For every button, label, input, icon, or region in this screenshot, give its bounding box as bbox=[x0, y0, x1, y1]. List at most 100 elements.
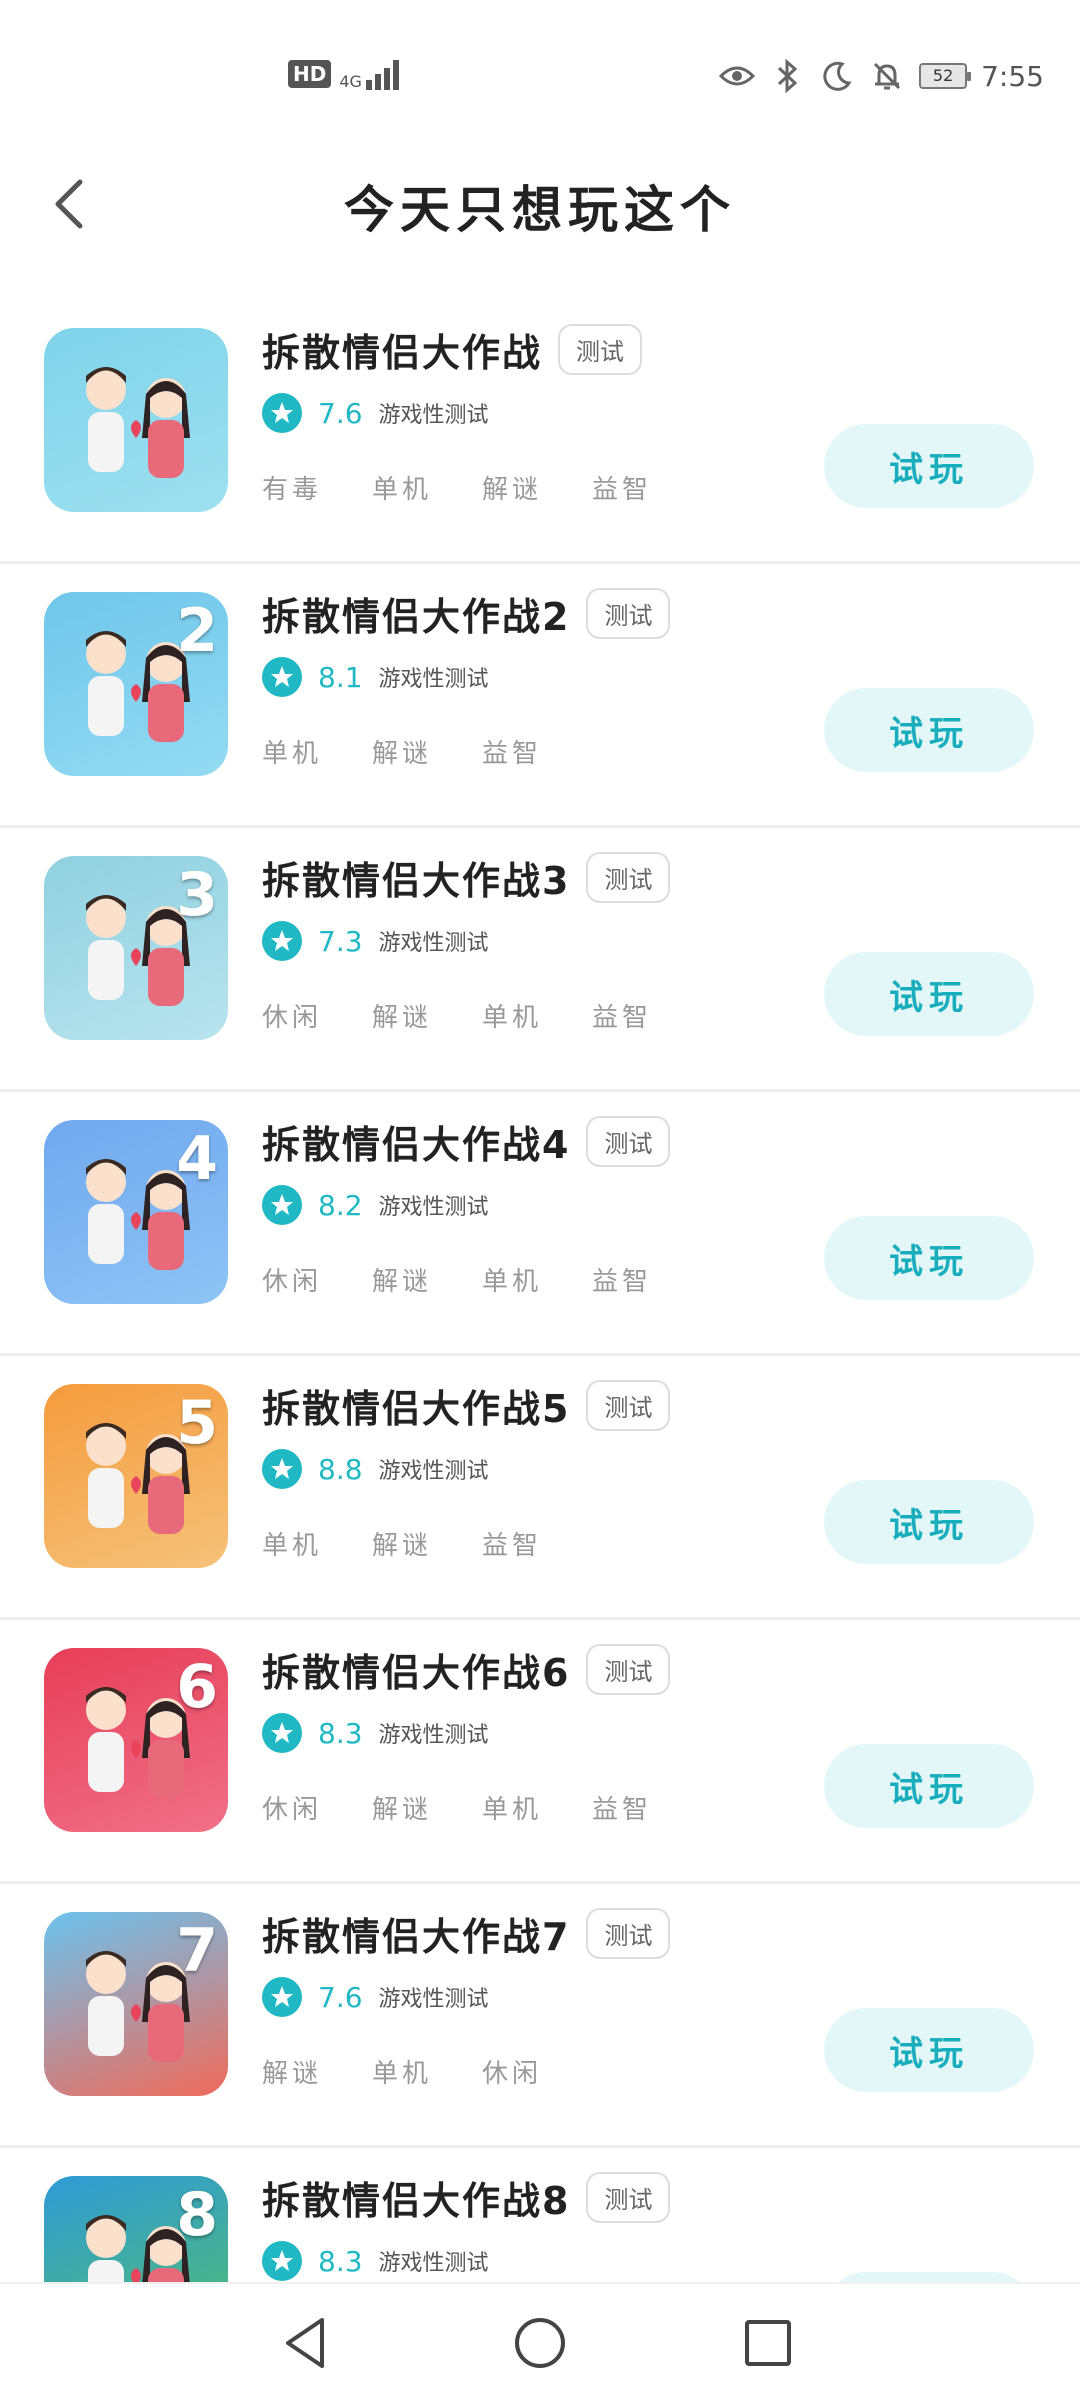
cover-number: 7 bbox=[176, 1916, 218, 1986]
genre-tag: 休闲 bbox=[482, 2059, 543, 2089]
back-triangle-icon[interactable] bbox=[270, 2308, 340, 2378]
genre-tag: 解谜 bbox=[482, 475, 543, 505]
battery-indicator: 52 bbox=[919, 63, 972, 89]
network-indicator: HD 4G bbox=[288, 58, 399, 90]
game-cover-image[interactable]: 8 bbox=[44, 2176, 228, 2282]
genre-tag: 益智 bbox=[592, 1795, 653, 1825]
test-badge: 测试 bbox=[586, 1380, 671, 1431]
genre-tag: 解谜 bbox=[372, 739, 433, 769]
game-cover-image[interactable]: 3 bbox=[44, 856, 228, 1040]
game-title: 拆散情侣大作战5 bbox=[262, 1387, 571, 1431]
genre-tags: 解谜 单机 休闲 bbox=[262, 2053, 720, 2090]
page-title: 今天只想玩这个 bbox=[344, 181, 736, 239]
game-cover-image[interactable]: 2 bbox=[44, 592, 228, 776]
list-item[interactable]: 4 拆散情侣大作战4 测试 8.2 游戏性测试 休闲 解谜 单机 益智 试玩 bbox=[0, 1092, 1080, 1356]
rating-score: 8.3 bbox=[318, 1716, 363, 1750]
game-info: 拆散情侣大作战3 测试 7.3 游戏性测试 休闲 解谜 单机 益智 bbox=[262, 850, 720, 1034]
test-badge: 测试 bbox=[586, 1116, 671, 1167]
game-subtitle: 游戏性测试 bbox=[378, 1987, 489, 2012]
genre-tag: 单机 bbox=[262, 739, 323, 769]
cover-number: 5 bbox=[176, 1388, 218, 1458]
genre-tag: 解谜 bbox=[372, 1003, 433, 1033]
game-info: 拆散情侣大作战 测试 7.6 游戏性测试 有毒 单机 解谜 益智 bbox=[262, 322, 720, 506]
genre-tag: 解谜 bbox=[372, 1267, 433, 1297]
cover-number: 2 bbox=[176, 596, 218, 666]
list-item[interactable]: 2 拆散情侣大作战2 测试 8.1 游戏性测试 单机 解谜 益智 试玩 bbox=[0, 564, 1080, 828]
test-badge: 测试 bbox=[558, 324, 643, 375]
game-subtitle: 游戏性测试 bbox=[378, 1723, 489, 1748]
try-play-button[interactable]: 试玩 bbox=[824, 1216, 1034, 1300]
genre-tag: 解谜 bbox=[372, 1795, 433, 1825]
star-icon bbox=[262, 921, 302, 961]
try-play-button[interactable]: 试玩 bbox=[824, 424, 1034, 508]
game-title: 拆散情侣大作战7 bbox=[262, 1915, 571, 1959]
recents-square-icon[interactable] bbox=[733, 2308, 803, 2378]
status-bar: HD 4G 52 7:55 bbox=[0, 0, 1080, 150]
rating-score: 8.8 bbox=[318, 1452, 363, 1486]
genre-tag: 单机 bbox=[482, 1003, 543, 1033]
game-subtitle: 游戏性测试 bbox=[378, 2251, 489, 2276]
game-info: 拆散情侣大作战4 测试 8.2 游戏性测试 休闲 解谜 单机 益智 bbox=[262, 1114, 720, 1298]
genre-tag: 益智 bbox=[592, 475, 653, 505]
try-play-button[interactable]: 试玩 bbox=[824, 688, 1034, 772]
genre-tag: 益智 bbox=[482, 739, 543, 769]
try-play-button[interactable]: 试玩 bbox=[824, 1480, 1034, 1564]
genre-tag: 单机 bbox=[482, 1267, 543, 1297]
genre-tag: 单机 bbox=[262, 1531, 323, 1561]
list-item[interactable]: 拆散情侣大作战 测试 7.6 游戏性测试 有毒 单机 解谜 益智 试玩 bbox=[0, 300, 1080, 564]
game-cover-image[interactable]: 4 bbox=[44, 1120, 228, 1304]
list-item[interactable]: 5 拆散情侣大作战5 测试 8.8 游戏性测试 单机 解谜 益智 试玩 bbox=[0, 1356, 1080, 1620]
genre-tag: 单机 bbox=[372, 2059, 433, 2089]
couple-illustration-icon bbox=[86, 367, 190, 478]
genre-tags: 单机 解谜 益智 bbox=[262, 1525, 720, 1562]
game-list[interactable]: 拆散情侣大作战 测试 7.6 游戏性测试 有毒 单机 解谜 益智 试玩 2 拆散… bbox=[0, 300, 1080, 2282]
genre-tag: 解谜 bbox=[372, 1531, 433, 1561]
star-icon bbox=[262, 2241, 302, 2281]
game-cover-image[interactable] bbox=[44, 328, 228, 512]
game-cover-image[interactable]: 5 bbox=[44, 1384, 228, 1568]
test-badge: 测试 bbox=[586, 1908, 671, 1959]
try-play-button[interactable]: 试玩 bbox=[824, 2008, 1034, 2092]
list-item[interactable]: 3 拆散情侣大作战3 测试 7.3 游戏性测试 休闲 解谜 单机 益智 试玩 bbox=[0, 828, 1080, 1092]
genre-tags: 休闲 解谜 单机 益智 bbox=[262, 1261, 720, 1298]
list-item[interactable]: 7 拆散情侣大作战7 测试 7.6 游戏性测试 解谜 单机 休闲 试玩 bbox=[0, 1884, 1080, 2148]
system-navigation-bar bbox=[0, 2282, 1080, 2402]
try-play-button[interactable]: 试玩 bbox=[824, 2272, 1034, 2282]
try-play-button[interactable]: 试玩 bbox=[824, 952, 1034, 1036]
star-icon bbox=[262, 393, 302, 433]
game-title: 拆散情侣大作战3 bbox=[262, 859, 571, 903]
rating-score: 8.1 bbox=[318, 660, 363, 694]
game-subtitle: 游戏性测试 bbox=[378, 667, 489, 692]
game-title: 拆散情侣大作战 bbox=[262, 331, 543, 375]
genre-tag: 休闲 bbox=[262, 1003, 323, 1033]
test-badge: 测试 bbox=[586, 2172, 671, 2223]
game-subtitle: 游戏性测试 bbox=[378, 931, 489, 956]
genre-tag: 有毒 bbox=[262, 475, 323, 505]
game-cover-image[interactable]: 6 bbox=[44, 1648, 228, 1832]
list-item[interactable]: 6 拆散情侣大作战6 测试 8.3 游戏性测试 休闲 解谜 单机 益智 试玩 bbox=[0, 1620, 1080, 1884]
rating-score: 8.2 bbox=[318, 1188, 363, 1222]
bluetooth-icon bbox=[769, 58, 805, 94]
page-header: 今天只想玩这个 bbox=[0, 150, 1080, 270]
home-circle-icon[interactable] bbox=[505, 2308, 575, 2378]
game-cover-image[interactable]: 7 bbox=[44, 1912, 228, 2096]
genre-tag: 益智 bbox=[482, 1531, 543, 1561]
cover-number: 6 bbox=[176, 1652, 218, 1722]
star-icon bbox=[262, 657, 302, 697]
genre-tag: 益智 bbox=[592, 1267, 653, 1297]
star-icon bbox=[262, 1449, 302, 1489]
try-play-button[interactable]: 试玩 bbox=[824, 1744, 1034, 1828]
genre-tags: 休闲 解谜 单机 益智 bbox=[262, 1789, 720, 1826]
moon-icon bbox=[819, 58, 855, 94]
list-item[interactable]: 8 拆散情侣大作战8 测试 8.3 游戏性测试 休闲解谜单机益智 试玩 bbox=[0, 2148, 1080, 2282]
genre-tag: 休闲 bbox=[262, 1267, 323, 1297]
rating-score: 7.6 bbox=[318, 396, 363, 430]
game-title: 拆散情侣大作战2 bbox=[262, 595, 571, 639]
star-icon bbox=[262, 1713, 302, 1753]
game-subtitle: 游戏性测试 bbox=[378, 1459, 489, 1484]
genre-tags: 单机 解谜 益智 bbox=[262, 733, 720, 770]
rating-score: 8.3 bbox=[318, 2244, 363, 2278]
genre-tag: 益智 bbox=[592, 1003, 653, 1033]
star-icon bbox=[262, 1185, 302, 1225]
game-info: 拆散情侣大作战8 测试 8.3 游戏性测试 休闲解谜单机益智 bbox=[262, 2170, 720, 2282]
